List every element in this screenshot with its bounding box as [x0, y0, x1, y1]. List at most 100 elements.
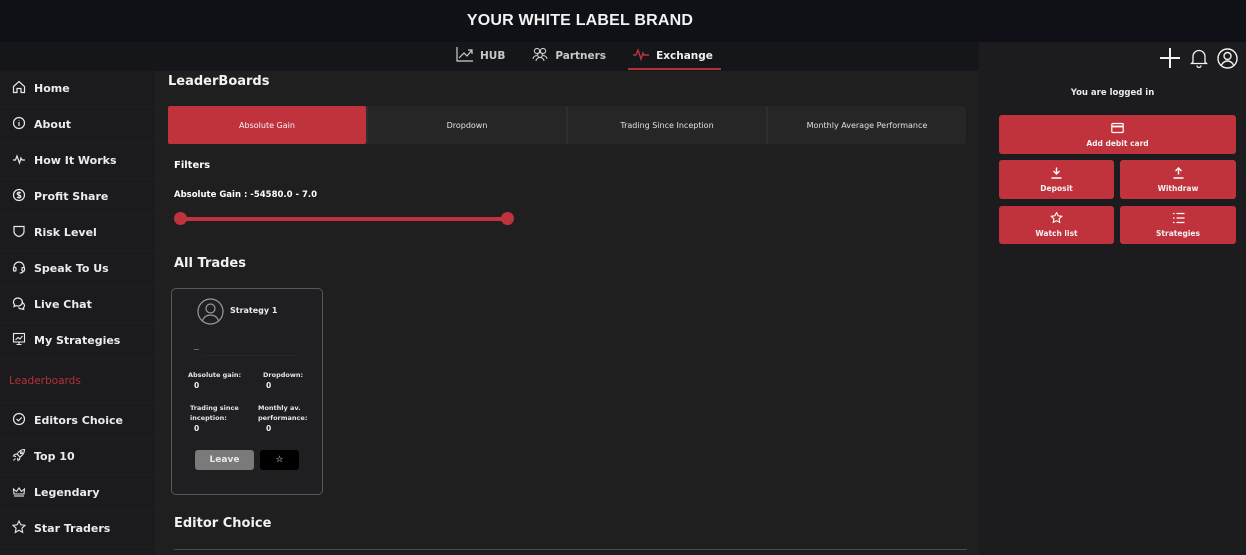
- star-icon: [11, 519, 27, 537]
- sidebar-item-label: My Strategies: [34, 334, 121, 347]
- main-content: LeaderBoards Absolute Gain Dropdown Trad…: [155, 71, 979, 555]
- sidebar-item-home[interactable]: Home: [0, 71, 155, 107]
- headset-icon: [12, 260, 26, 277]
- users-icon: [531, 46, 549, 65]
- shield-icon: [12, 224, 26, 241]
- sidebar-item-label: Star Traders: [34, 522, 111, 535]
- brand-title: YOUR WHITE LABEL BRAND: [466, 12, 694, 29]
- add-debit-card-button[interactable]: Add debit card: [999, 115, 1236, 154]
- nav-tab-label: Exchange: [656, 49, 713, 62]
- slider-track: [180, 217, 508, 221]
- strategies-button[interactable]: Strategies: [1120, 206, 1236, 244]
- sidebar-item-speak-to-us[interactable]: Speak To Us: [0, 251, 155, 287]
- info-icon: [12, 116, 26, 133]
- sidebar-item-label: Top 10: [34, 450, 75, 463]
- all-trades-title: All Trades: [174, 256, 246, 271]
- button-label: Add debit card: [1086, 138, 1149, 148]
- nav-tab-hub[interactable]: HUB: [452, 42, 509, 69]
- strategy-name: Strategy 1: [230, 306, 278, 315]
- button-label: Watch list: [1035, 229, 1078, 238]
- rocket-icon: [12, 448, 26, 465]
- check-circle-icon: [12, 412, 26, 429]
- user-account-icon[interactable]: [1217, 47, 1238, 69]
- monthly-label-line2: performance:: [258, 414, 308, 422]
- sidebar-item-profit-share[interactable]: Profit Share: [0, 179, 155, 215]
- divider: [194, 349, 199, 350]
- sidebar: Home About How It Works Profit Share Ris…: [0, 71, 155, 555]
- watch-list-button[interactable]: Watch list: [999, 206, 1114, 244]
- leaderboard-tabs: Absolute Gain Dropdown Trading Since Inc…: [168, 106, 966, 144]
- button-label: Strategies: [1156, 229, 1200, 238]
- bell-icon[interactable]: [1190, 48, 1208, 68]
- sidebar-item-top-10[interactable]: Top 10: [0, 439, 155, 475]
- trading-since-label-line1: Trading since: [190, 404, 239, 412]
- sidebar-item-editors-choice[interactable]: Editors Choice: [0, 403, 155, 439]
- credit-card-icon: [1111, 122, 1124, 136]
- sidebar-item-label: Legendary: [34, 486, 100, 499]
- nav-tab-exchange[interactable]: Exchange: [628, 42, 721, 70]
- tab-monthly-average-performance[interactable]: Monthly Average Performance: [766, 106, 966, 144]
- sidebar-item-live-chat[interactable]: Live Chat: [0, 287, 155, 323]
- absolute-gain-value: 0: [194, 381, 200, 390]
- tab-absolute-gain[interactable]: Absolute Gain: [168, 106, 366, 144]
- avatar-icon: [197, 298, 224, 325]
- absolute-gain-range-slider[interactable]: [174, 212, 514, 226]
- sidebar-item-label: Risk Level: [34, 226, 97, 239]
- sidebar-item-my-strategies[interactable]: My Strategies: [0, 323, 155, 359]
- trading-since-label: Trading since inception:: [190, 403, 239, 423]
- divider: [174, 549, 967, 550]
- withdraw-button[interactable]: Withdraw: [1120, 160, 1236, 199]
- absolute-gain-label: Absolute gain:: [188, 371, 242, 379]
- button-label: Deposit: [1040, 183, 1073, 193]
- plus-icon[interactable]: [1159, 47, 1181, 69]
- trend-up-icon: [456, 46, 474, 65]
- dollar-circle-icon: [12, 188, 26, 205]
- chat-icon: [12, 296, 26, 313]
- sidebar-item-legendary[interactable]: Legendary: [0, 475, 155, 511]
- star-icon: [1050, 211, 1063, 226]
- page-title: LeaderBoards: [168, 74, 270, 89]
- button-label: Withdraw: [1157, 183, 1199, 193]
- slider-thumb-max[interactable]: [501, 212, 514, 225]
- filters-label: Filters: [174, 160, 211, 171]
- slider-thumb-min[interactable]: [174, 212, 187, 225]
- trading-since-value: 0: [194, 424, 200, 433]
- dropdown-label: Dropdown:: [263, 371, 304, 379]
- sidebar-section-leaderboards[interactable]: Leaderboards: [0, 359, 155, 403]
- dropdown-value: 0: [266, 381, 272, 390]
- tab-trading-since-inception[interactable]: Trading Since Inception: [566, 106, 766, 144]
- sidebar-item-risk-level[interactable]: Risk Level: [0, 215, 155, 251]
- nav-tab-partners[interactable]: Partners: [527, 42, 610, 69]
- nav-tab-label: Partners: [555, 49, 607, 62]
- presentation-icon: [12, 332, 26, 349]
- monthly-performance-value: 0: [266, 424, 272, 433]
- pulse-icon: [12, 152, 26, 169]
- star-icon: ☆: [275, 455, 284, 465]
- strategy-card: Strategy 1 Absolute gain: 0 Dropdown: 0 …: [171, 288, 323, 495]
- watchlist-star-button[interactable]: ☆: [260, 450, 299, 470]
- sidebar-item-star-traders[interactable]: Star Traders: [0, 511, 155, 547]
- sidebar-item-label: Speak To Us: [34, 262, 109, 275]
- list-icon: [1172, 212, 1185, 226]
- download-icon: [1050, 167, 1063, 181]
- tab-dropdown[interactable]: Dropdown: [366, 106, 566, 144]
- pulse-icon: [632, 46, 650, 65]
- leave-button[interactable]: Leave: [195, 450, 254, 470]
- sidebar-item-label: Live Chat: [34, 298, 92, 311]
- logged-in-status: You are logged in: [1070, 88, 1155, 98]
- nav-tab-label: HUB: [480, 49, 506, 62]
- monthly-performance-label: Monthly av. performance:: [258, 403, 307, 423]
- trading-since-label-line2: inception:: [190, 414, 227, 422]
- range-label: Absolute Gain : -54580.0 - 7.0: [174, 190, 318, 200]
- sidebar-item-about[interactable]: About: [0, 107, 155, 143]
- upload-icon: [1172, 166, 1185, 181]
- sidebar-item-label: About: [34, 118, 72, 131]
- sidebar-item-label: Profit Share: [34, 190, 109, 203]
- deposit-button[interactable]: Deposit: [999, 160, 1114, 199]
- sidebar-item-label: Editors Choice: [34, 414, 123, 427]
- sidebar-item-label: How It Works: [34, 154, 117, 167]
- divider: [202, 355, 297, 356]
- right-panel: You are logged in Add debit card Deposit…: [979, 42, 1246, 555]
- monthly-label-line1: Monthly av.: [258, 404, 301, 412]
- sidebar-item-how-it-works[interactable]: How It Works: [0, 143, 155, 179]
